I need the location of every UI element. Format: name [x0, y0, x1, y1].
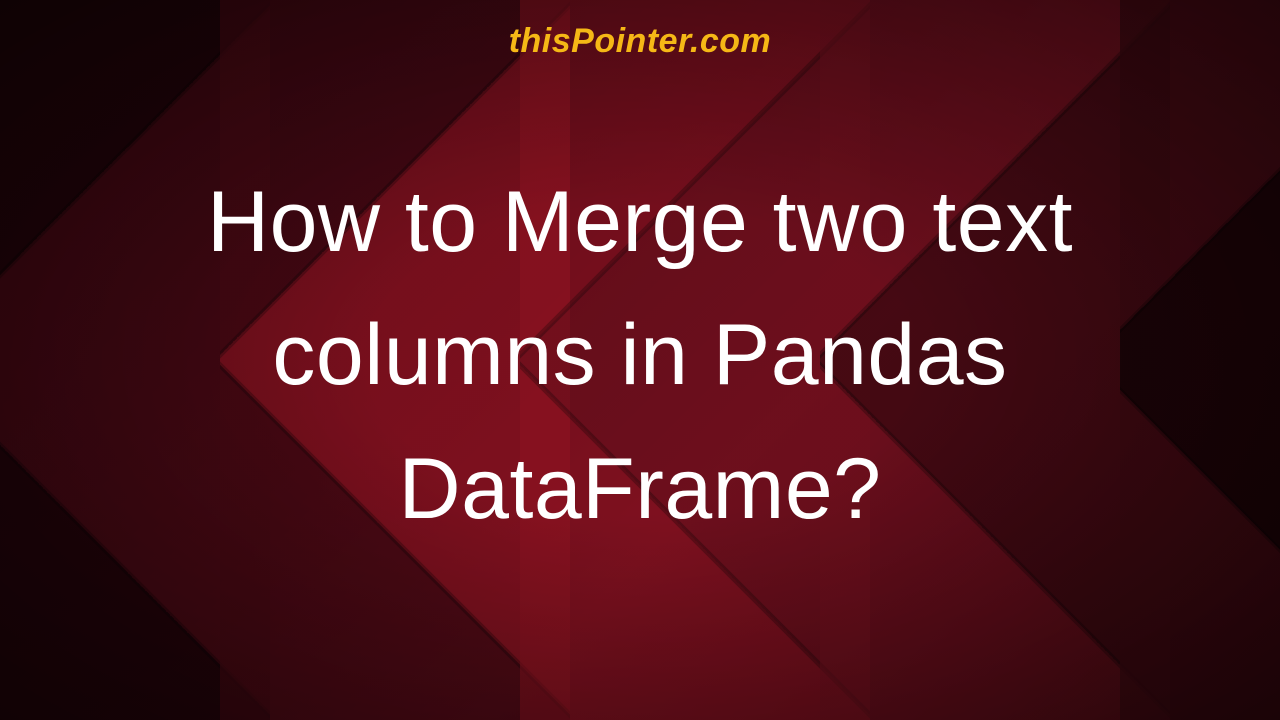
- brand-logo-text: thisPointer.com: [509, 22, 772, 61]
- article-title: How to Merge two text columns in Pandas …: [0, 156, 1280, 556]
- content-container: thisPointer.com How to Merge two text co…: [0, 0, 1280, 720]
